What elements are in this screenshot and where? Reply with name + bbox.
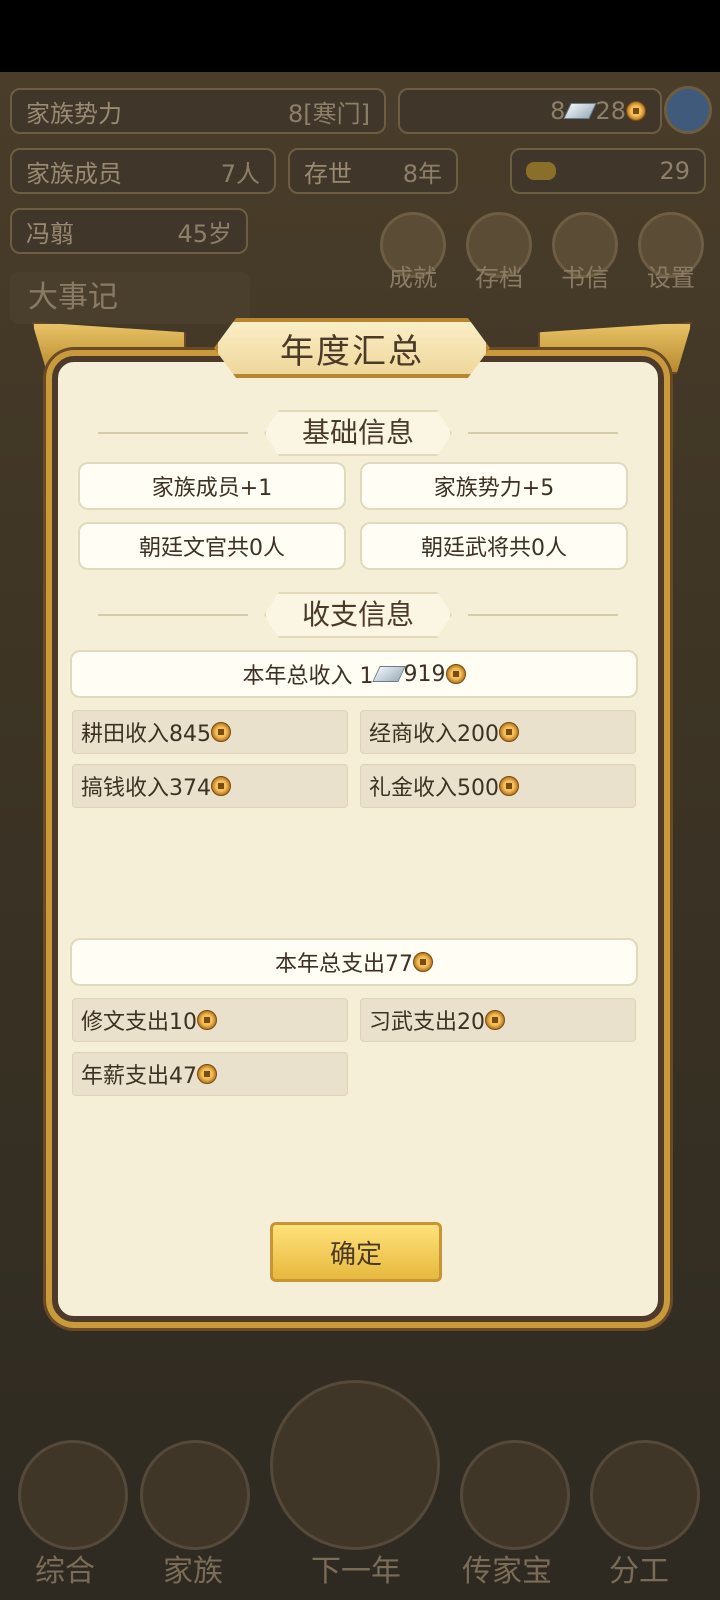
coin-icon (485, 1010, 505, 1030)
gold-ingot-icon (526, 162, 556, 180)
existence-pill: 存世 8年 (288, 148, 458, 194)
income-farming-text: 耕田收入845 (81, 722, 211, 747)
income-trade-text: 经商收入200 (369, 722, 499, 747)
family-power-label: 家族势力 (26, 99, 122, 128)
nav-assign[interactable]: 分工 (584, 1546, 694, 1590)
head-pill: 冯翦 45岁 (10, 208, 248, 254)
silver-ingot-icon (563, 103, 598, 119)
head-name: 冯翦 (26, 219, 74, 248)
expense-total: 本年总支出77 (70, 938, 638, 986)
expense-martial-text: 习武支出20 (369, 1010, 485, 1035)
basic-info-label: 基础信息 (263, 410, 452, 456)
coin-icon (211, 776, 231, 796)
basic-item-members: 家族成员+1 (78, 462, 346, 510)
finance-info-header: 收支信息 (58, 592, 658, 638)
coin-icon (499, 722, 519, 742)
expense-item-salary: 年薪支出47 (72, 1052, 348, 1096)
income-total: 本年总收入 1 919 (70, 650, 638, 698)
income-total-label: 本年总收入 1 (242, 664, 374, 689)
nav-heirloom-circle[interactable] (460, 1440, 570, 1550)
existence-value: 8年 (402, 159, 442, 188)
income-gifts-text: 礼金收入500 (369, 776, 499, 801)
coin-icon (499, 776, 519, 796)
income-item-gifts: 礼金收入500 (360, 764, 636, 808)
coin-icon (413, 952, 433, 972)
currency-pill: 8 28 (398, 88, 662, 134)
achievement-label: 成就 (389, 264, 437, 292)
nav-assign-circle[interactable] (590, 1440, 700, 1550)
nav-general[interactable]: 综合 (10, 1546, 120, 1590)
divider (468, 432, 618, 434)
events-tab[interactable]: 大事记 (10, 272, 250, 324)
income-total-value: 919 (403, 661, 446, 687)
family-members-label: 家族成员 (26, 159, 122, 188)
basic-item-civil-officials: 朝廷文官共0人 (78, 522, 346, 570)
income-item-farming: 耕田收入845 (72, 710, 348, 754)
save-label: 存档 (475, 264, 523, 292)
divider (98, 432, 248, 434)
gold-value: 29 (659, 157, 690, 185)
copper-value: 28 (595, 97, 626, 125)
basic-item-generals: 朝廷武将共0人 (360, 522, 628, 570)
family-power-pill: 家族势力 8[寒门] (10, 88, 386, 134)
nav-family-circle[interactable] (140, 1440, 250, 1550)
nav-family[interactable]: 家族 (138, 1546, 248, 1590)
settings-label: 设置 (647, 264, 695, 292)
gold-pill: 29 (510, 148, 706, 194)
expense-study-text: 修文支出10 (81, 1010, 197, 1035)
head-age: 45岁 (177, 219, 232, 248)
finance-info-label: 收支信息 (263, 592, 452, 638)
silver-value: 8 (550, 97, 566, 125)
nav-heirloom[interactable]: 传家宝 (452, 1546, 562, 1590)
silver-ingot-icon (371, 666, 406, 682)
basic-info-header: 基础信息 (58, 410, 658, 456)
family-power-value: 8[寒门] (288, 99, 370, 128)
basic-item-power: 家族势力+5 (360, 462, 628, 510)
confirm-button[interactable]: 确定 (270, 1222, 442, 1282)
expense-item-study: 修文支出10 (72, 998, 348, 1042)
divider (468, 614, 618, 616)
existence-label: 存世 (304, 159, 352, 188)
coin-icon (197, 1064, 217, 1084)
help-button[interactable] (664, 86, 712, 134)
income-item-hustle: 搞钱收入374 (72, 764, 348, 808)
nav-next-year-circle[interactable] (270, 1380, 440, 1550)
coin-icon (445, 664, 466, 684)
income-item-trade: 经商收入200 (360, 710, 636, 754)
expense-item-martial: 习武支出20 (360, 998, 636, 1042)
nav-general-circle[interactable] (18, 1440, 128, 1550)
dialog-title: 年度汇总 (214, 318, 490, 378)
family-members-pill: 家族成员 7人 (10, 148, 276, 194)
divider (98, 614, 248, 616)
coin-icon (626, 101, 646, 121)
annual-summary-dialog: 基础信息 家族成员+1 家族势力+5 朝廷文官共0人 朝廷武将共0人 收支信息 … (52, 356, 664, 1322)
income-hustle-text: 搞钱收入374 (81, 776, 211, 801)
coin-icon (197, 1010, 217, 1030)
nav-next-year[interactable]: 下一年 (286, 1546, 426, 1590)
letters-label: 书信 (561, 264, 609, 292)
family-members-value: 7人 (220, 159, 260, 188)
expense-salary-text: 年薪支出47 (81, 1064, 197, 1089)
coin-icon (211, 722, 231, 742)
expense-total-label: 本年总支出77 (275, 952, 413, 977)
